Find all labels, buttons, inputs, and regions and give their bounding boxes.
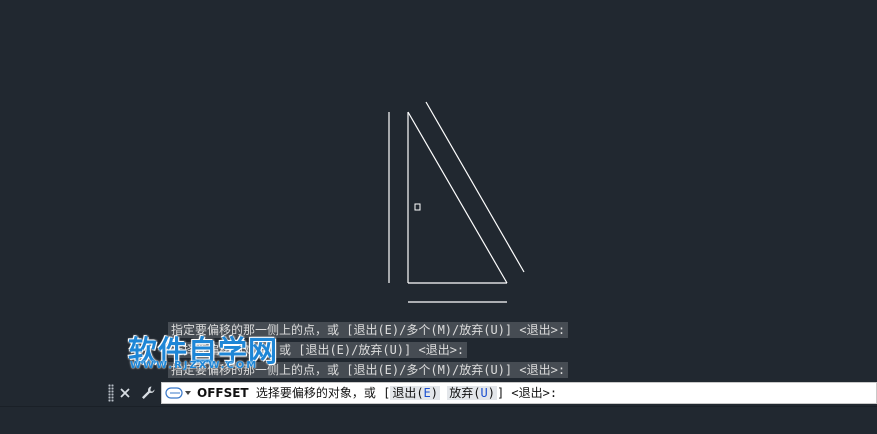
option-undo[interactable]: 放弃(U)	[447, 386, 497, 400]
command-prompt-icon	[165, 387, 191, 399]
cad-workspace: 指定要偏移的那一侧上的点，或 [退出(E)/多个(M)/放弃(U)] <退出>:…	[0, 0, 877, 434]
watermark-logo: 软件自学网 WWW.RJZXW.COM	[128, 328, 278, 372]
prompt-text: 选择要偏移的对象，或 [	[255, 386, 391, 400]
close-command-line-button[interactable]	[115, 383, 135, 403]
option-exit[interactable]: 退出(E)	[390, 386, 441, 400]
option-exit-end: )	[430, 386, 439, 400]
triangle-hypotenuse[interactable]	[407, 111, 508, 284]
drag-grip-handle[interactable]	[108, 384, 114, 402]
option-undo-key: U	[480, 386, 488, 400]
chevron-down-icon	[185, 391, 191, 395]
prompt-suffix: ] <退出>:	[496, 386, 558, 400]
watermark-url: WWW.RJZXW.COM	[130, 360, 259, 371]
command-name: OFFSET	[197, 386, 249, 400]
offset-diagonal-line[interactable]	[425, 101, 525, 273]
status-bar-area	[0, 406, 877, 434]
close-icon	[120, 388, 130, 398]
wrench-icon	[142, 386, 155, 399]
customize-button[interactable]	[138, 383, 158, 403]
recent-commands-button[interactable]	[164, 385, 194, 401]
command-input[interactable]: OFFSET 选择要偏移的对象，或 [退出(E) 放弃(U)] <退出>:	[161, 382, 877, 404]
option-exit-key: E	[423, 386, 431, 400]
command-line-bar: OFFSET 选择要偏移的对象，或 [退出(E) 放弃(U)] <退出>:	[0, 380, 877, 406]
option-exit-label: 退出(	[392, 386, 424, 400]
option-undo-end: )	[487, 386, 495, 400]
pickbox-cursor	[414, 203, 421, 211]
command-prompt: OFFSET 选择要偏移的对象，或 [退出(E) 放弃(U)] <退出>:	[197, 383, 557, 403]
option-undo-label: 放弃(	[449, 386, 481, 400]
